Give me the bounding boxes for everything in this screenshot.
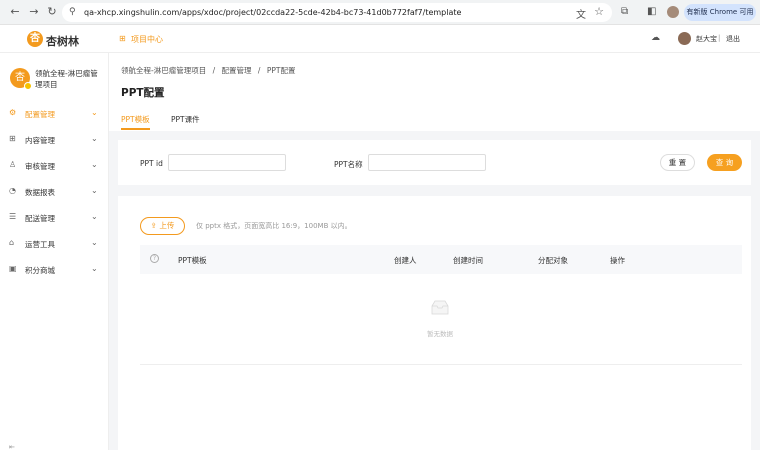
project-name: 领航全程-淋巴瘤管理项目 [35, 69, 98, 89]
brand-name[interactable]: 杏树林 [46, 33, 79, 49]
column-header-created-time: 创建时间 [453, 256, 483, 265]
upload-button-label: 上传 [159, 221, 175, 230]
breadcrumb-separator: / [257, 66, 261, 75]
ppt-name-label: PPT名称 [334, 160, 363, 169]
table-header: ? PPT模板 创建人 创建时间 分配对象 操作 [140, 245, 742, 274]
column-header-creator: 创建人 [394, 256, 417, 265]
site-info-icon[interactable]: ⚲ [69, 7, 76, 17]
upload-button[interactable]: ⇪ 上传 [140, 217, 185, 235]
sidebar-item-label: 配送管理 [25, 214, 55, 223]
sidebar-item-label: 运营工具 [25, 240, 55, 249]
ppt-name-input[interactable] [368, 154, 486, 171]
upload-icon: ⇪ [150, 221, 157, 230]
breadcrumb-item-config[interactable]: 配置管理 [222, 66, 252, 75]
help-icon[interactable]: ? [150, 254, 159, 263]
chevron-down-icon: ⌄ [91, 134, 98, 143]
sidebar-item-delivery[interactable]: ☰ 配送管理 ⌄ [0, 207, 108, 227]
reset-button[interactable]: 重 置 [660, 154, 695, 171]
breadcrumb-item-current: PPT配置 [266, 66, 296, 75]
template-list-panel: ⇪ 上传 仅 pptx 格式，页面宽高比 16:9，100MB 以内。 ? PP… [118, 196, 751, 450]
ppt-id-input[interactable] [168, 154, 286, 171]
list-icon: ☰ [9, 212, 17, 221]
chevron-down-icon: ⌄ [91, 160, 98, 169]
empty-inbox-icon [431, 300, 449, 315]
chevron-down-icon: ⌄ [91, 212, 98, 221]
sidebar-item-review[interactable]: ♙ 审核管理 ⌄ [0, 155, 108, 175]
project-badge [24, 82, 32, 90]
sidebar-item-label: 数据报表 [25, 188, 55, 197]
chevron-down-icon: ⌄ [91, 108, 98, 117]
reload-icon[interactable]: ↻ [45, 5, 59, 19]
column-header-actions: 操作 [610, 256, 625, 265]
page-header: 领航全程-淋巴瘤管理项目 / 配置管理 / PPT配置 PPT配置 PPT模板 … [109, 53, 760, 131]
sidebar-item-label: 配置管理 [25, 110, 55, 119]
gear-icon: ⚙ [9, 108, 17, 117]
column-header-assigned-to: 分配对象 [538, 256, 568, 265]
url-text[interactable]: qa-xhcp.xingshulin.com/apps/xdoc/project… [84, 8, 461, 17]
user-name[interactable]: 赵大宝 [696, 34, 717, 44]
back-icon[interactable]: ← [8, 5, 22, 19]
extensions-icon[interactable]: ⧉ [621, 6, 628, 17]
tab-ppt-template[interactable]: PPT模板 [121, 114, 150, 125]
collapse-sidebar-icon[interactable]: ⇤ [9, 443, 15, 450]
table-bottom-divider [140, 364, 742, 365]
address-bar[interactable]: ⚲ qa-xhcp.xingshulin.com/apps/xdoc/proje… [62, 3, 612, 22]
sidebar-item-store[interactable]: ▣ 积分商城 ⌄ [0, 259, 108, 279]
upload-hint: 仅 pptx 格式，页面宽高比 16:9，100MB 以内。 [196, 222, 352, 230]
query-button[interactable]: 查 询 [707, 154, 742, 171]
sidebar: 杏 领航全程-淋巴瘤管理项目 ⚙ 配置管理 ⌄ ⊞ 内容管理 ⌄ ♙ 审核管理 … [0, 53, 109, 450]
tab-ppt-courseware[interactable]: PPT课件 [171, 114, 200, 125]
breadcrumb-item-project[interactable]: 领航全程-淋巴瘤管理项目 [121, 66, 206, 75]
chevron-down-icon: ⌄ [91, 238, 98, 247]
filter-panel: PPT id PPT名称 重 置 查 询 [118, 140, 751, 185]
user-avatar[interactable] [678, 32, 691, 45]
chevron-down-icon: ⌄ [91, 264, 98, 273]
breadcrumb: 领航全程-淋巴瘤管理项目 / 配置管理 / PPT配置 [121, 65, 299, 76]
forward-icon[interactable]: → [27, 5, 41, 19]
sidebar-item-content[interactable]: ⊞ 内容管理 ⌄ [0, 129, 108, 149]
sidebar-item-config[interactable]: ⚙ 配置管理 ⌄ [0, 103, 108, 123]
cloud-icon[interactable]: ☁ [651, 33, 660, 43]
main-content: 领航全程-淋巴瘤管理项目 / 配置管理 / PPT配置 PPT配置 PPT模板 … [109, 53, 760, 450]
home-icon: ⌂ [9, 238, 15, 247]
empty-state-text: 暂无数据 [427, 330, 453, 338]
grid-icon: ⊞ [9, 134, 16, 143]
active-tab-indicator [121, 128, 150, 130]
sidebar-item-ops[interactable]: ⌂ 运营工具 ⌄ [0, 233, 108, 253]
logout-link[interactable]: 退出 [726, 34, 740, 44]
chevron-down-icon: ⌄ [91, 186, 98, 195]
side-panel-icon[interactable]: ◧ [647, 6, 656, 17]
sidebar-item-reports[interactable]: ◔ 数据报表 ⌄ [0, 181, 108, 201]
pie-icon: ◔ [9, 186, 16, 195]
header-separator: | [718, 34, 721, 42]
sidebar-item-label: 审核管理 [25, 162, 55, 171]
app-header: 杏 杏树林 ⊞ 项目中心 ☁ 赵大宝 | 退出 [0, 25, 760, 53]
grid-icon: ⊞ [119, 34, 126, 43]
user-icon: ♙ [9, 160, 17, 169]
sidebar-item-label: 内容管理 [25, 136, 55, 145]
breadcrumb-separator: / [212, 66, 216, 75]
ppt-id-label: PPT id [140, 159, 163, 168]
brand-logo[interactable]: 杏 [27, 31, 43, 47]
column-header-template: PPT模板 [178, 256, 207, 265]
browser-toolbar: ← → ↻ ⚲ qa-xhcp.xingshulin.com/apps/xdoc… [0, 0, 760, 25]
translate-icon[interactable]: 文 [576, 6, 586, 21]
project-center-link[interactable]: 项目中心 [131, 34, 163, 45]
profile-avatar[interactable] [667, 6, 679, 18]
chrome-update-button[interactable]: 有新版 Chrome 可用 [684, 4, 756, 21]
store-icon: ▣ [9, 264, 17, 273]
bookmark-star-icon[interactable]: ☆ [594, 5, 604, 18]
page-title: PPT配置 [121, 87, 165, 99]
sidebar-item-label: 积分商城 [25, 266, 55, 275]
